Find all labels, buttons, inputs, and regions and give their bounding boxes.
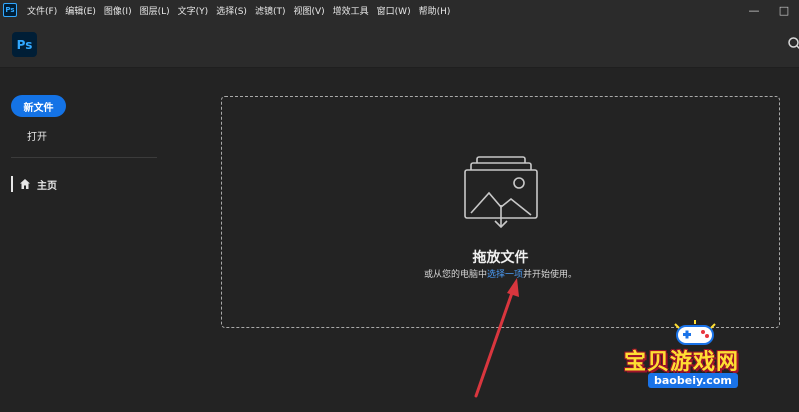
menu-filter[interactable]: 滤镜(T): [251, 4, 290, 17]
select-file-link[interactable]: 选择一项: [487, 270, 523, 280]
file-drop-zone[interactable]: 拖放文件 或从您的电脑中选择一项并开始使用。: [221, 96, 780, 328]
menu-edit[interactable]: 编辑(E): [61, 4, 100, 17]
search-icon[interactable]: [787, 36, 799, 52]
watermark-url: baobeiy.com: [648, 373, 738, 388]
drop-zone-subtitle: 或从您的电脑中选择一项并开始使用。: [222, 267, 779, 280]
active-indicator: [11, 176, 13, 192]
menu-type[interactable]: 文字(Y): [174, 4, 213, 17]
open-button[interactable]: 打开: [27, 128, 47, 143]
menu-select[interactable]: 选择(S): [212, 4, 251, 17]
subtitle-suffix: 并开始使用。: [523, 270, 578, 280]
sidebar: 新文件 打开 主页: [0, 68, 170, 412]
minimize-button[interactable]: —: [739, 0, 769, 20]
watermark-title: 宝贝游戏网: [624, 350, 740, 375]
menu-view[interactable]: 视图(V): [289, 4, 328, 17]
watermark: 宝贝游戏网 baobeiy.com: [618, 320, 788, 408]
image-stack-icon: [463, 155, 539, 247]
menu-plugins[interactable]: 增效工具: [329, 4, 373, 17]
subtitle-prefix: 或从您的电脑中: [423, 270, 487, 280]
menu-help[interactable]: 帮助(H): [415, 4, 455, 17]
sidebar-item-label: 主页: [37, 180, 57, 192]
menu-bar: Ps 文件(F) 编辑(E) 图像(I) 图层(L) 文字(Y) 选择(S) 滤…: [0, 0, 799, 20]
home-icon: [19, 175, 31, 194]
top-bar: Ps: [0, 20, 799, 68]
sidebar-item-home[interactable]: 主页: [11, 176, 57, 192]
sidebar-divider: [11, 157, 157, 158]
app-icon: Ps: [3, 3, 17, 17]
drop-zone-title: 拖放文件: [472, 250, 529, 266]
menu-window[interactable]: 窗口(W): [373, 4, 415, 17]
menu-layer[interactable]: 图层(L): [136, 4, 174, 17]
window-controls: — □: [739, 0, 799, 20]
photoshop-logo[interactable]: Ps: [12, 32, 37, 57]
menu-file[interactable]: 文件(F): [23, 4, 61, 17]
menu-image[interactable]: 图像(I): [100, 4, 136, 17]
maximize-button[interactable]: □: [769, 0, 799, 20]
new-file-button[interactable]: 新文件: [11, 95, 66, 117]
